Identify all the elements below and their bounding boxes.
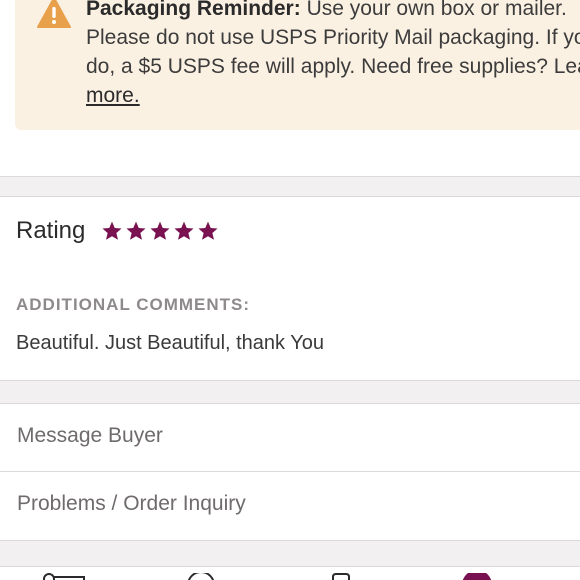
- search-icon[interactable]: [186, 573, 216, 580]
- bottom-nav: [0, 566, 580, 580]
- notice-section: Packaging Reminder: Use your own box or …: [0, 0, 580, 176]
- divider: [0, 176, 580, 177]
- buyer-comment: Beautiful. Just Beautiful, thank You: [16, 332, 324, 354]
- additional-comments-heading: ADDITIONAL COMMENTS:: [16, 295, 251, 314]
- star-icon: [174, 221, 194, 240]
- order-inquiry-label: Problems / Order Inquiry: [17, 492, 246, 515]
- star-rating: [101, 220, 219, 242]
- rating-label: Rating: [16, 217, 86, 244]
- notice-line-1-text: Use your own box or mailer.: [300, 0, 567, 20]
- star-icon: [198, 221, 218, 240]
- notice-title: Packaging Reminder:: [86, 0, 301, 20]
- learn-more-link[interactable]: more.: [86, 84, 140, 107]
- divider: [0, 540, 580, 541]
- message-buyer-label: Message Buyer: [17, 424, 163, 447]
- notice-line-3: do, a $5 USPS fee will apply. Need free …: [86, 55, 580, 78]
- order-detail-screen: Packaging Reminder: Use your own box or …: [0, 0, 580, 580]
- sell-icon[interactable]: [330, 573, 352, 580]
- notice-line-1: Packaging Reminder: Use your own box or …: [86, 0, 580, 23]
- message-buyer-row[interactable]: Message Buyer: [0, 404, 580, 472]
- star-icon: [126, 221, 146, 240]
- warning-icon: [37, 0, 71, 28]
- star-icon: [150, 221, 170, 240]
- packaging-reminder-text: Packaging Reminder: Use your own box or …: [86, 0, 580, 110]
- divider: [0, 380, 580, 381]
- order-inquiry-row[interactable]: Problems / Order Inquiry: [0, 472, 580, 540]
- star-icon: [102, 221, 122, 240]
- profile-icon[interactable]: [462, 573, 492, 580]
- notice-line-2: Please do not use USPS Priority Mail pac…: [86, 26, 580, 49]
- feed-icon[interactable]: [42, 573, 86, 580]
